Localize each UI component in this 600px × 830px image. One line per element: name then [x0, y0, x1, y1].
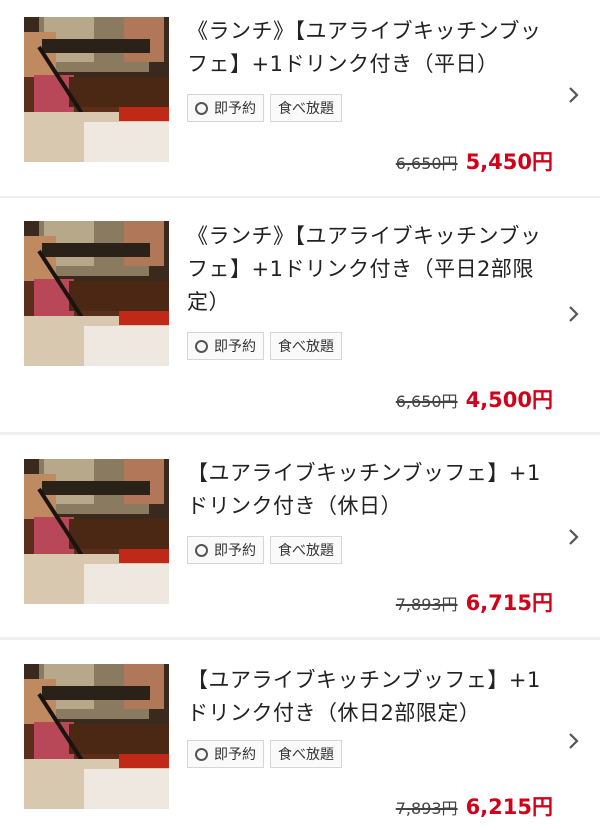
plan-thumbnail	[24, 459, 169, 604]
ring-icon	[195, 543, 208, 557]
plan-thumbnail	[24, 221, 169, 366]
buffet-tag: 食べ放題	[270, 94, 342, 122]
discount-price: 6,215円	[465, 795, 553, 819]
plan-title: 《ランチ》【ユアライブキッチンブッフェ】+1ドリンク付き（平日2部限定）	[187, 224, 542, 314]
tag-label: 即予約	[214, 747, 256, 763]
instant-reservation-tag: 即予約	[187, 740, 264, 768]
buffet-tag: 食べ放題	[270, 740, 342, 768]
plan-thumbnail	[24, 664, 169, 809]
ring-icon	[195, 101, 208, 115]
plan-tags: 即予約 食べ放題	[187, 332, 342, 360]
plan-tags: 即予約 食べ放題	[187, 94, 342, 122]
buffet-tag: 食べ放題	[270, 536, 342, 564]
roast-beef-photo-icon	[24, 221, 169, 366]
tag-label: 即予約	[214, 339, 256, 355]
original-price: 6,650円	[395, 392, 458, 411]
plan-tags: 即予約 食べ放題	[187, 740, 342, 768]
plan-title: 【ユアライブキッチンブッフェ】+1ドリンク付き（休日）	[187, 461, 541, 518]
roast-beef-photo-icon	[24, 664, 169, 809]
plan-prices: 7,893円 6,715円	[396, 587, 553, 617]
original-price: 7,893円	[395, 595, 458, 614]
plan-tags: 即予約 食べ放題	[187, 536, 342, 564]
chevron-right-icon[interactable]	[566, 85, 582, 105]
instant-reservation-tag: 即予約	[187, 536, 264, 564]
original-price: 6,650円	[395, 154, 458, 173]
discount-price: 6,715円	[465, 591, 553, 615]
plan-card[interactable]: 【ユアライブキッチンブッフェ】+1ドリンク付き（休日） 即予約 食べ放題 7,8…	[0, 435, 600, 637]
chevron-right-icon[interactable]	[566, 527, 582, 547]
instant-reservation-tag: 即予約	[187, 94, 264, 122]
discount-price: 5,450円	[465, 150, 553, 174]
plan-title: 【ユアライブキッチンブッフェ】+1ドリンク付き（休日2部限定）	[187, 668, 541, 725]
roast-beef-photo-icon	[24, 459, 169, 604]
plan-card[interactable]: 《ランチ》【ユアライブキッチンブッフェ】+1ドリンク付き（平日） 即予約 食べ放…	[0, 0, 600, 196]
plan-prices: 6,650円 5,450円	[396, 146, 553, 176]
plan-card[interactable]: 《ランチ》【ユアライブキッチンブッフェ】+1ドリンク付き（平日2部限定） 即予約…	[0, 198, 600, 432]
tag-label: 即予約	[214, 543, 256, 559]
buffet-tag: 食べ放題	[270, 332, 342, 360]
chevron-right-icon[interactable]	[566, 731, 582, 751]
ring-icon	[195, 339, 208, 353]
plan-prices: 7,893円 6,215円	[396, 791, 553, 821]
ring-icon	[195, 747, 208, 761]
plan-list: 《ランチ》【ユアライブキッチンブッフェ】+1ドリンク付き（平日） 即予約 食べ放…	[0, 0, 600, 830]
original-price: 7,893円	[395, 799, 458, 818]
plan-title: 《ランチ》【ユアライブキッチンブッフェ】+1ドリンク付き（平日）	[187, 19, 542, 76]
chevron-right-icon[interactable]	[566, 304, 582, 324]
plan-card[interactable]: 【ユアライブキッチンブッフェ】+1ドリンク付き（休日2部限定） 即予約 食べ放題…	[0, 640, 600, 830]
plan-thumbnail	[24, 17, 169, 162]
roast-beef-photo-icon	[24, 17, 169, 162]
plan-prices: 6,650円 4,500円	[396, 384, 553, 414]
discount-price: 4,500円	[465, 388, 553, 412]
tag-label: 即予約	[214, 101, 256, 117]
instant-reservation-tag: 即予約	[187, 332, 264, 360]
